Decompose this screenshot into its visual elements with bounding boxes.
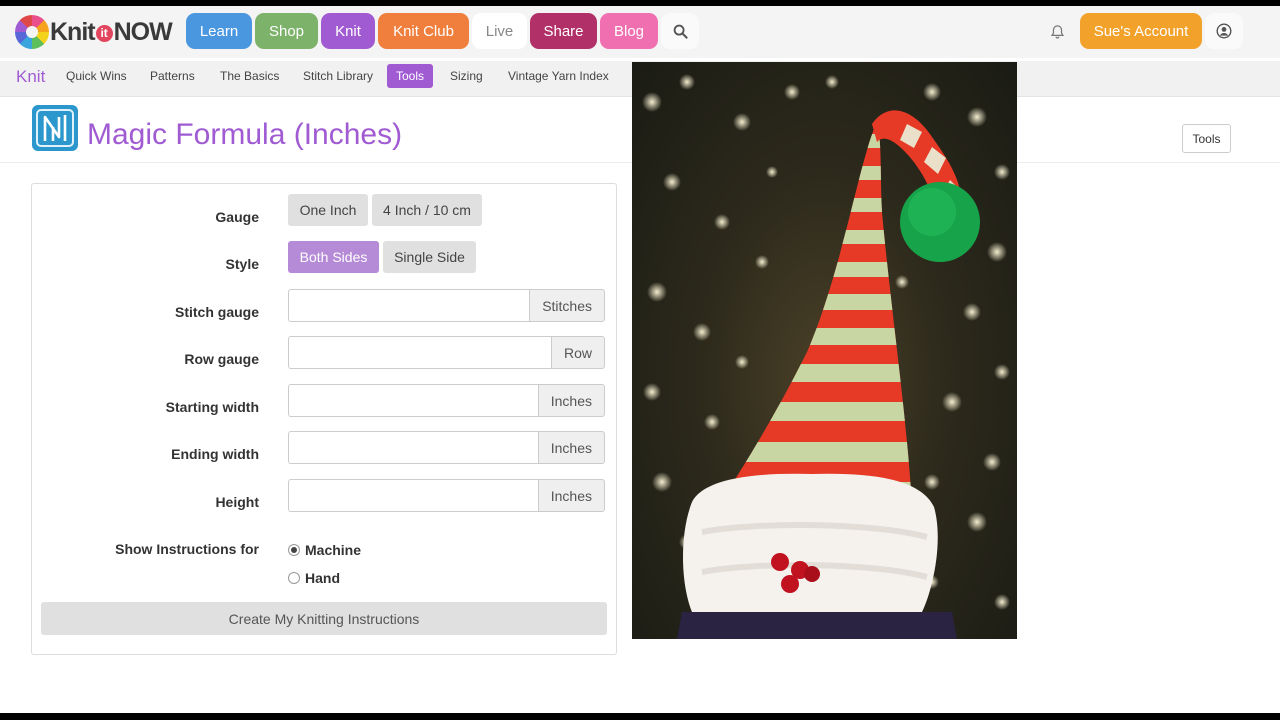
height-group: Inches <box>288 479 605 512</box>
create-instructions-button[interactable]: Create My Knitting Instructions <box>41 602 607 635</box>
ending-width-group: Inches <box>288 431 605 464</box>
height-label: Height <box>215 494 259 510</box>
user-menu-button[interactable] <box>1205 13 1243 49</box>
hand-radio-label: Hand <box>305 570 340 586</box>
subnav-item-stitch-library[interactable]: Stitch Library <box>297 64 379 88</box>
nav-learn-button[interactable]: Learn <box>186 13 252 49</box>
user-circle-icon <box>1216 23 1232 39</box>
subnav-item-patterns[interactable]: Patterns <box>144 64 201 88</box>
style-label: Style <box>225 256 259 272</box>
starting-width-label: Starting width <box>165 399 259 415</box>
gauge-four-inch-button[interactable]: 4 Inch / 10 cm <box>372 194 482 226</box>
account-button[interactable]: Sue's Account <box>1080 13 1202 49</box>
logo-text: Knit it NOW <box>50 17 173 46</box>
machine-radio[interactable] <box>288 544 300 556</box>
nav-knit-button[interactable]: Knit <box>321 13 375 49</box>
height-input[interactable] <box>288 479 538 512</box>
ending-width-label: Ending width <box>171 446 259 462</box>
machine-radio-label: Machine <box>305 542 362 558</box>
stitch-gauge-label: Stitch gauge <box>174 304 259 320</box>
subnav-item-tools[interactable]: Tools <box>387 64 433 88</box>
subnav-item-vintage-yarn-index[interactable]: Vintage Yarn Index <box>502 64 615 88</box>
subnav-item-the-basics[interactable]: The Basics <box>214 64 285 88</box>
nav-live-button[interactable]: Live <box>472 13 527 49</box>
show-instructions-label: Show Instructions for <box>115 541 259 557</box>
hand-radio-option[interactable]: Hand <box>288 570 340 586</box>
notifications-button[interactable] <box>1046 21 1068 43</box>
subnav-section-title[interactable]: Knit <box>16 67 45 87</box>
height-unit: Inches <box>537 479 605 512</box>
logo-wheel-icon <box>15 15 49 49</box>
nav-shop-button[interactable]: Shop <box>255 13 318 49</box>
nav-knit-club-button[interactable]: Knit Club <box>378 13 469 49</box>
site-logo[interactable]: Knit it NOW <box>15 15 173 49</box>
style-both-sides-button[interactable]: Both Sides <box>288 241 379 273</box>
elf-hat-photo <box>632 62 1017 639</box>
row-gauge-input[interactable] <box>288 336 551 369</box>
stitch-gauge-input[interactable] <box>288 289 530 322</box>
elf-hat-illustration <box>642 74 1010 639</box>
row-gauge-group: Row <box>288 336 605 369</box>
search-icon <box>673 24 688 39</box>
ending-width-unit: Inches <box>537 431 605 464</box>
starting-width-unit: Inches <box>537 384 605 417</box>
stitch-gauge-unit: Stitches <box>529 289 605 322</box>
ending-width-input[interactable] <box>288 431 538 464</box>
style-single-side-button[interactable]: Single Side <box>383 241 476 273</box>
nav-blog-button[interactable]: Blog <box>600 13 658 49</box>
subnav-item-sizing[interactable]: Sizing <box>444 64 489 88</box>
gauge-one-inch-button[interactable]: One Inch <box>288 194 368 226</box>
page-title: Magic Formula (Inches) <box>87 118 403 151</box>
bell-icon <box>1050 25 1064 39</box>
search-button[interactable] <box>661 13 699 49</box>
magic-formula-tool-icon <box>32 105 78 151</box>
browser-viewport: Knit it NOW Learn Shop Knit Knit Club Live… <box>0 6 1280 713</box>
subnav-item-quick-wins[interactable]: Quick Wins <box>60 64 133 88</box>
nav-share-button[interactable]: Share <box>530 13 597 49</box>
stitch-gauge-group: Stitches <box>288 289 605 322</box>
tools-menu-button[interactable]: Tools <box>1182 124 1231 153</box>
row-gauge-label: Row gauge <box>184 351 259 367</box>
row-gauge-unit: Row <box>550 336 605 369</box>
starting-width-group: Inches <box>288 384 605 417</box>
starting-width-input[interactable] <box>288 384 538 417</box>
gauge-label: Gauge <box>215 209 259 225</box>
hand-radio[interactable] <box>288 572 300 584</box>
top-navigation-bar: Knit it NOW Learn Shop Knit Knit Club Live… <box>0 6 1280 58</box>
machine-radio-option[interactable]: Machine <box>288 542 361 558</box>
magic-formula-form: Gauge One Inch 4 Inch / 10 cm Style Both… <box>31 183 617 655</box>
